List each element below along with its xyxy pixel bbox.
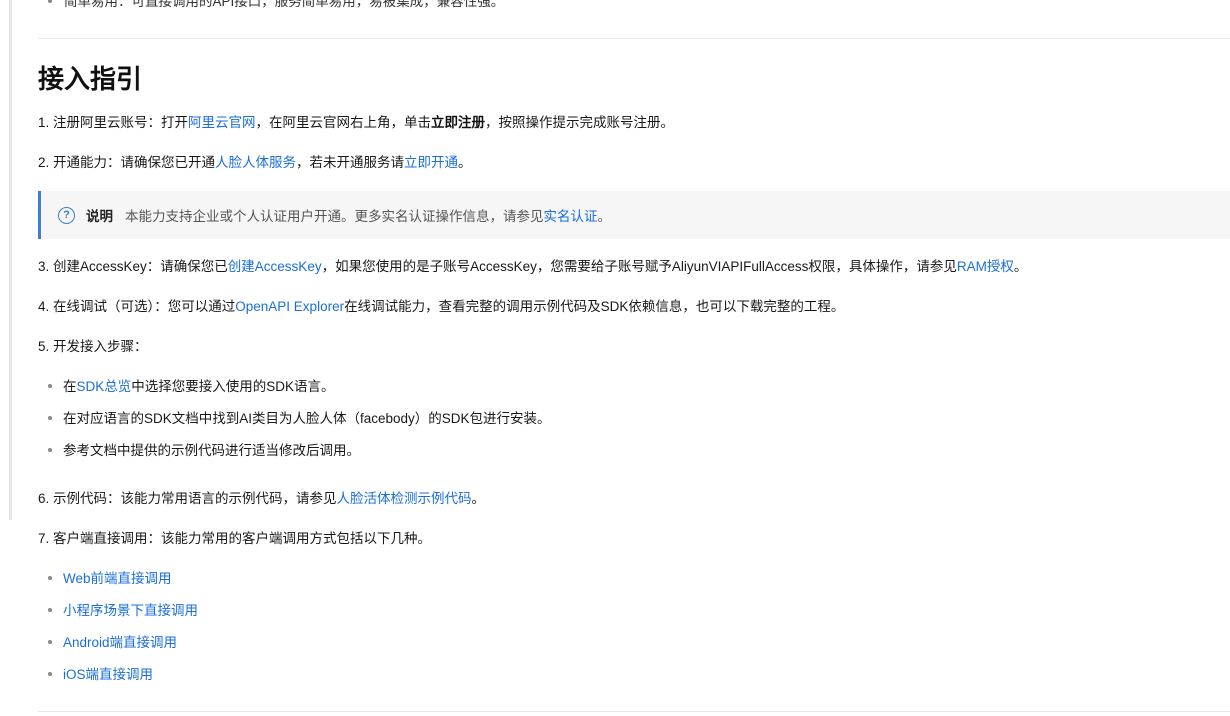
face-body-service-link[interactable]: 人脸人体服务 — [215, 155, 296, 170]
step-5-item-1-text-2: 中选择您要接入使用的SDK语言。 — [131, 379, 335, 394]
note-callout: ? 说明 本能力支持企业或个人认证用户开通。更多实名认证操作信息，请参见 实名认证… — [38, 191, 1230, 239]
step-2-text-3: 。 — [458, 155, 472, 170]
section-heading: 接入指引 — [38, 64, 143, 94]
register-now-bold: 立即注册 — [431, 115, 486, 130]
sdk-overview-link[interactable]: SDK总览 — [77, 379, 132, 394]
web-frontend-call-link[interactable]: Web前端直接调用 — [63, 571, 172, 586]
step-6: 6. 示例代码：该能力常用语言的示例代码，请参见人脸活体检测示例代码。 — [38, 489, 485, 509]
step-1: 1. 注册阿里云账号：打开阿里云官网，在阿里云官网右上角，单击立即注册，按照操作… — [38, 113, 674, 133]
bullet-dot — [48, 671, 52, 676]
step-5-title: 5. 开发接入步骤： — [38, 339, 148, 354]
step-2-text: 2. 开通能力：请确保您已开通 — [38, 155, 216, 170]
step-2-text-2: ，若未开通服务请 — [296, 155, 405, 170]
step-7-title: 7. 客户端直接调用：该能力常用的客户端调用方式包括以下几种。 — [38, 531, 432, 546]
left-scroll-rail — [9, 0, 12, 520]
mini-program-call-link[interactable]: 小程序场景下直接调用 — [63, 603, 198, 618]
create-accesskey-link[interactable]: 创建AccessKey — [228, 259, 322, 274]
activate-now-link[interactable]: 立即开通 — [404, 155, 458, 170]
list-item: 在对应语言的SDK文档中找到AI类目为人脸人体（facebody）的SDK包进行… — [38, 409, 551, 429]
step-6-text: 6. 示例代码：该能力常用语言的示例代码，请参见 — [38, 491, 337, 506]
ram-auth-link[interactable]: RAM授权 — [957, 259, 1014, 274]
step-1-text-3: ，按照操作提示完成账号注册。 — [485, 115, 675, 130]
step-1-text-2: ，在阿里云官网右上角，单击 — [255, 115, 432, 130]
note-end: 。 — [597, 209, 612, 224]
step-4-text: 4. 在线调试（可选）：您可以通过 — [38, 299, 236, 314]
bullet-dot — [48, 0, 52, 3]
real-name-auth-link[interactable]: 实名认证 — [544, 205, 598, 225]
bullet-dot — [48, 415, 52, 420]
ios-call-link[interactable]: iOS端直接调用 — [63, 667, 153, 682]
bullet-dot — [48, 639, 52, 644]
step-1-text: 1. 注册阿里云账号：打开 — [38, 115, 189, 130]
aliyun-website-link[interactable]: 阿里云官网 — [188, 115, 256, 130]
step-3: 3. 创建AccessKey：请确保您已创建AccessKey，如果您使用的是子… — [38, 257, 1027, 277]
bullet-dot — [48, 383, 52, 388]
liveness-sample-code-link[interactable]: 人脸活体检测示例代码 — [337, 491, 472, 506]
list-item: Android端直接调用 — [38, 633, 177, 653]
list-item: iOS端直接调用 — [38, 665, 153, 685]
section-divider-top — [38, 38, 1230, 39]
step-3-text-2: ，如果您使用的是子账号AccessKey，您需要给子账号赋予AliyunVIAP… — [321, 259, 957, 274]
step-6-text-2: 。 — [471, 491, 486, 506]
step-3-text: 3. 创建AccessKey：请确保您已 — [38, 259, 228, 274]
step-5-item-1-text: 在 — [63, 379, 77, 394]
top-bullet-text: 简单易用：可直接调用的API接口，服务简单易用，易被集成，兼容性强。 — [64, 0, 505, 9]
list-item: Web前端直接调用 — [38, 569, 172, 589]
step-5-item-2-text: 在对应语言的SDK文档中找到AI类目为人脸人体（facebody）的SDK包进行… — [63, 411, 551, 426]
section-divider-bottom — [38, 711, 1230, 712]
list-item: 参考文档中提供的示例代码进行适当修改后调用。 — [38, 441, 360, 461]
note-text: 本能力支持企业或个人认证用户开通。更多实名认证操作信息，请参见 — [125, 209, 544, 224]
bullet-dot — [48, 447, 52, 452]
question-circle-icon: ? — [58, 206, 75, 224]
step-4: 4. 在线调试（可选）：您可以通过OpenAPI Explorer在线调试能力，… — [38, 297, 844, 317]
step-3-text-3: 。 — [1013, 259, 1028, 274]
bullet-dot — [48, 607, 52, 612]
step-2: 2. 开通能力：请确保您已开通人脸人体服务，若未开通服务请立即开通。 — [38, 153, 472, 173]
note-title: 说明 — [86, 209, 113, 224]
step-5-item-3-text: 参考文档中提供的示例代码进行适当修改后调用。 — [63, 443, 360, 458]
android-call-link[interactable]: Android端直接调用 — [63, 635, 177, 650]
openapi-explorer-link[interactable]: OpenAPI Explorer — [235, 299, 344, 314]
step-4-text-2: 在线调试能力，查看完整的调用示例代码及SDK依赖信息，也可以下载完整的工程。 — [344, 299, 845, 314]
top-bullet-item: 简单易用：可直接调用的API接口，服务简单易用，易被集成，兼容性强。 — [38, 0, 504, 12]
list-item: 小程序场景下直接调用 — [38, 601, 198, 621]
list-item: 在SDK总览中选择您要接入使用的SDK语言。 — [38, 377, 335, 397]
bullet-dot — [48, 575, 52, 580]
